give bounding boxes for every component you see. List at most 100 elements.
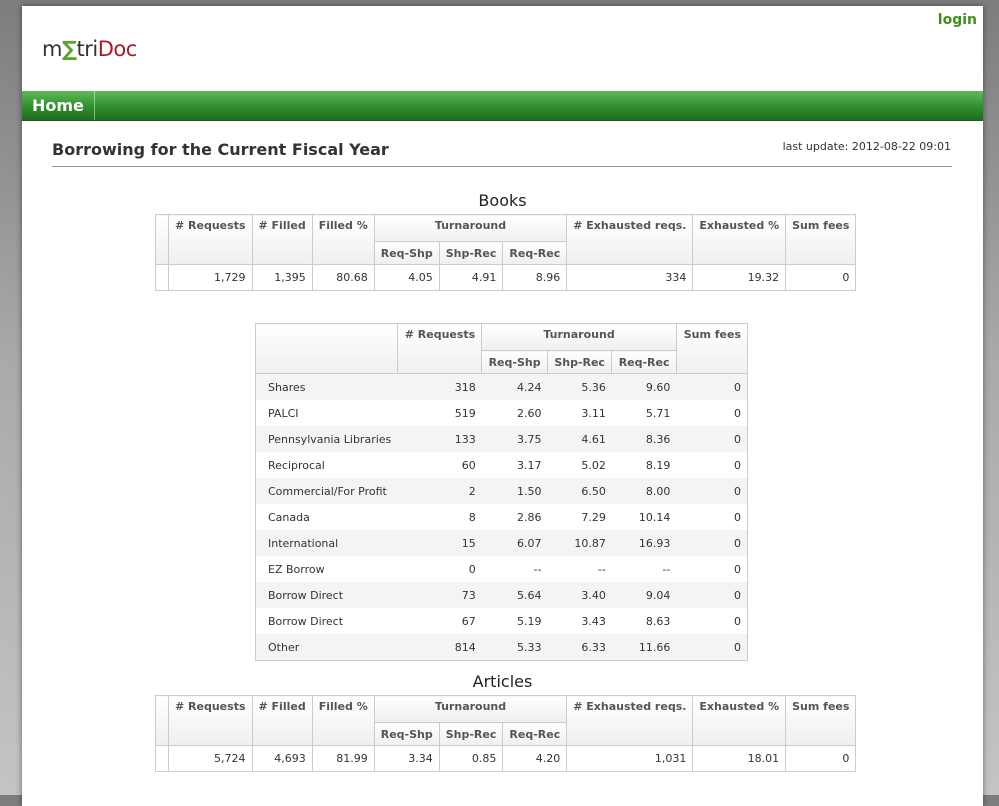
logo-text-doc: Doc bbox=[97, 37, 138, 61]
articles-cell-requests: 5,724 bbox=[168, 745, 253, 772]
books-header-exhausted-pct: Exhausted % bbox=[692, 214, 787, 265]
articles-header-exhausted-reqs: # Exhausted reqs. bbox=[566, 695, 694, 746]
library-name: International bbox=[255, 530, 398, 556]
articles-header-filled: # Filled bbox=[251, 695, 313, 746]
articles-heading: Articles bbox=[472, 672, 533, 691]
req-rec-cell: 8.19 bbox=[611, 452, 677, 478]
requests-cell: 814 bbox=[397, 634, 482, 661]
library-name: PALCI bbox=[255, 400, 398, 426]
req-shp-cell: 1.50 bbox=[481, 478, 548, 504]
nav-bar: Home bbox=[22, 91, 983, 121]
shp-rec-cell: 5.36 bbox=[547, 373, 612, 400]
articles-header-shp-rec: Shp-Rec bbox=[438, 722, 504, 746]
books-header-req-shp: Req-Shp bbox=[373, 241, 440, 265]
articles-header-blank bbox=[155, 695, 169, 746]
articles-header-turnaround: Turnaround bbox=[373, 695, 568, 723]
libs-header-sum-fees: Sum fees bbox=[675, 323, 749, 374]
library-name: Pennsylvania Libraries bbox=[255, 426, 398, 452]
books-cell-exhausted-pct: 19.32 bbox=[692, 264, 787, 291]
req-shp-cell: 6.07 bbox=[481, 530, 548, 556]
shp-rec-cell: 3.11 bbox=[547, 400, 612, 426]
sum-fees-cell: 0 bbox=[676, 452, 748, 478]
table-row: PALCI 519 2.60 3.11 5.71 0 bbox=[255, 400, 748, 426]
books-cell-requests: 1,729 bbox=[168, 264, 253, 291]
req-rec-cell: 5.71 bbox=[611, 400, 677, 426]
shp-rec-cell: 6.33 bbox=[547, 634, 612, 661]
books-cell-sum-fees: 0 bbox=[785, 264, 857, 291]
books-header-requests: # Requests bbox=[168, 214, 253, 265]
shp-rec-cell: 10.87 bbox=[547, 530, 612, 556]
req-rec-cell: 9.60 bbox=[611, 373, 677, 400]
library-name: Borrow Direct bbox=[255, 608, 398, 634]
table-row: Shares 318 4.24 5.36 9.60 0 bbox=[255, 373, 748, 400]
libs-header-shp-rec: Shp-Rec bbox=[546, 350, 613, 374]
shp-rec-cell: 7.29 bbox=[547, 504, 612, 530]
books-header-turnaround: Turnaround bbox=[373, 214, 568, 242]
req-shp-cell: -- bbox=[481, 556, 548, 582]
books-cell-exhausted-reqs: 334 bbox=[566, 264, 694, 291]
sum-fees-cell: 0 bbox=[676, 478, 748, 504]
libs-header-req-shp: Req-Shp bbox=[481, 350, 548, 374]
books-cell-blank bbox=[155, 264, 169, 291]
logo-sigma: ∑ bbox=[61, 37, 77, 61]
articles-cell-sum-fees: 0 bbox=[785, 745, 857, 772]
req-rec-cell: 8.00 bbox=[611, 478, 677, 504]
table-row: EZ Borrow 0 -- -- -- 0 bbox=[255, 556, 748, 582]
requests-cell: 133 bbox=[397, 426, 482, 452]
articles-cell-filled: 4,693 bbox=[251, 745, 313, 772]
library-name: EZ Borrow bbox=[255, 556, 398, 582]
libs-header-turnaround: Turnaround bbox=[481, 323, 677, 351]
articles-header-req-rec: Req-Rec bbox=[502, 722, 568, 746]
articles-header-filled-pct: Filled % bbox=[311, 695, 375, 746]
requests-cell: 8 bbox=[397, 504, 482, 530]
books-header-blank bbox=[155, 214, 169, 265]
books-cell-req-shp: 4.05 bbox=[373, 264, 440, 291]
login-link[interactable]: login bbox=[938, 12, 977, 28]
req-rec-cell: 8.36 bbox=[611, 426, 677, 452]
requests-cell: 67 bbox=[397, 608, 482, 634]
requests-cell: 15 bbox=[397, 530, 482, 556]
table-row: Canada 8 2.86 7.29 10.14 0 bbox=[255, 504, 748, 530]
library-name: Other bbox=[255, 634, 398, 661]
req-rec-cell: -- bbox=[611, 556, 677, 582]
sum-fees-cell: 0 bbox=[676, 608, 748, 634]
requests-cell: 2 bbox=[397, 478, 482, 504]
title-divider bbox=[52, 166, 952, 167]
shp-rec-cell: 6.50 bbox=[547, 478, 612, 504]
req-rec-cell: 9.04 bbox=[611, 582, 677, 608]
req-shp-cell: 4.24 bbox=[481, 373, 548, 400]
nav-home-link[interactable]: Home bbox=[22, 91, 95, 120]
sum-fees-cell: 0 bbox=[676, 400, 748, 426]
page-title: Borrowing for the Current Fiscal Year bbox=[52, 140, 389, 159]
sum-fees-cell: 0 bbox=[676, 373, 748, 400]
articles-data-row: 5,724 4,693 81.99 3.34 0.85 4.20 1,031 1… bbox=[155, 745, 857, 772]
libs-body: Shares 318 4.24 5.36 9.60 0 PALCI 519 2.60 3.11 5… bbox=[255, 373, 748, 661]
library-name: Shares bbox=[255, 373, 398, 400]
req-rec-cell: 8.63 bbox=[611, 608, 677, 634]
req-shp-cell: 2.60 bbox=[481, 400, 548, 426]
req-rec-cell: 16.93 bbox=[611, 530, 677, 556]
library-name: Borrow Direct bbox=[255, 582, 398, 608]
books-summary-table: # Requests # Filled Filled % Turnaround … bbox=[155, 214, 857, 291]
table-row: Reciprocal 60 3.17 5.02 8.19 0 bbox=[255, 452, 748, 478]
page-container: m∑triDoc login Home Borrowing for the Cu… bbox=[22, 6, 983, 806]
logo-text-tri: tri bbox=[76, 37, 99, 61]
sum-fees-cell: 0 bbox=[676, 634, 748, 661]
last-update-text: last update: 2012-08-22 09:01 bbox=[782, 140, 951, 153]
req-shp-cell: 5.64 bbox=[481, 582, 548, 608]
library-name: Commercial/For Profit bbox=[255, 478, 398, 504]
articles-header-sum-fees: Sum fees bbox=[785, 695, 857, 746]
libs-header-blank bbox=[255, 323, 398, 374]
articles-cell-exhausted-pct: 18.01 bbox=[692, 745, 787, 772]
sum-fees-cell: 0 bbox=[676, 556, 748, 582]
requests-cell: 73 bbox=[397, 582, 482, 608]
articles-cell-req-shp: 3.34 bbox=[373, 745, 440, 772]
books-header-exhausted-reqs: # Exhausted reqs. bbox=[566, 214, 694, 265]
articles-cell-blank bbox=[155, 745, 169, 772]
shp-rec-cell: 5.02 bbox=[547, 452, 612, 478]
articles-header-req-shp: Req-Shp bbox=[373, 722, 440, 746]
metridoc-logo[interactable]: m∑triDoc bbox=[42, 36, 137, 62]
books-cell-filled: 1,395 bbox=[251, 264, 313, 291]
shp-rec-cell: 3.40 bbox=[547, 582, 612, 608]
shp-rec-cell: 3.43 bbox=[547, 608, 612, 634]
